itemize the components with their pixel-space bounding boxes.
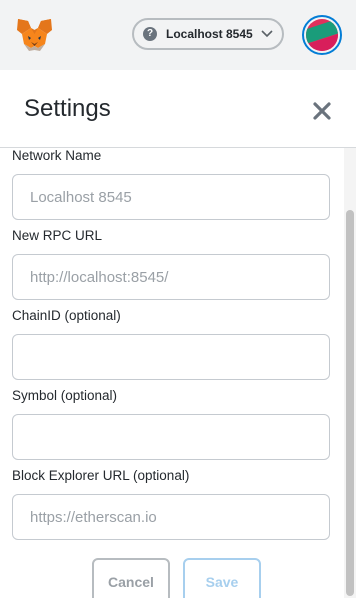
symbol-label: Symbol (optional) [12,388,118,403]
scrollbar-thumb[interactable] [346,210,354,596]
close-icon[interactable] [312,101,332,121]
network-name-input[interactable] [12,174,330,220]
app-header: ? Localhost 8545 [0,0,356,70]
chevron-down-icon [261,30,273,38]
symbol-input[interactable] [12,414,330,460]
rpc-url-input[interactable] [12,254,330,300]
page-title: Settings [24,95,111,122]
network-help-icon: ? [143,27,157,41]
network-selector[interactable]: ? Localhost 8545 [132,18,284,50]
network-name: Localhost 8545 [166,27,253,41]
account-identicon [306,19,338,51]
explorer-url-label: Block Explorer URL (optional) [12,468,190,483]
explorer-url-input[interactable] [12,494,330,540]
network-name-label: Network Name [12,148,102,163]
save-button[interactable]: Save [183,558,261,598]
rpc-url-label: New RPC URL [12,228,103,243]
chain-id-label: ChainID (optional) [12,308,121,323]
metamask-fox-icon[interactable] [16,18,53,52]
cancel-button[interactable]: Cancel [92,558,170,598]
app-window: ? Localhost 8545 Settings Network Name N… [0,0,356,598]
settings-header: Settings [0,70,356,148]
chain-id-input[interactable] [12,334,330,380]
account-avatar[interactable] [302,15,342,55]
